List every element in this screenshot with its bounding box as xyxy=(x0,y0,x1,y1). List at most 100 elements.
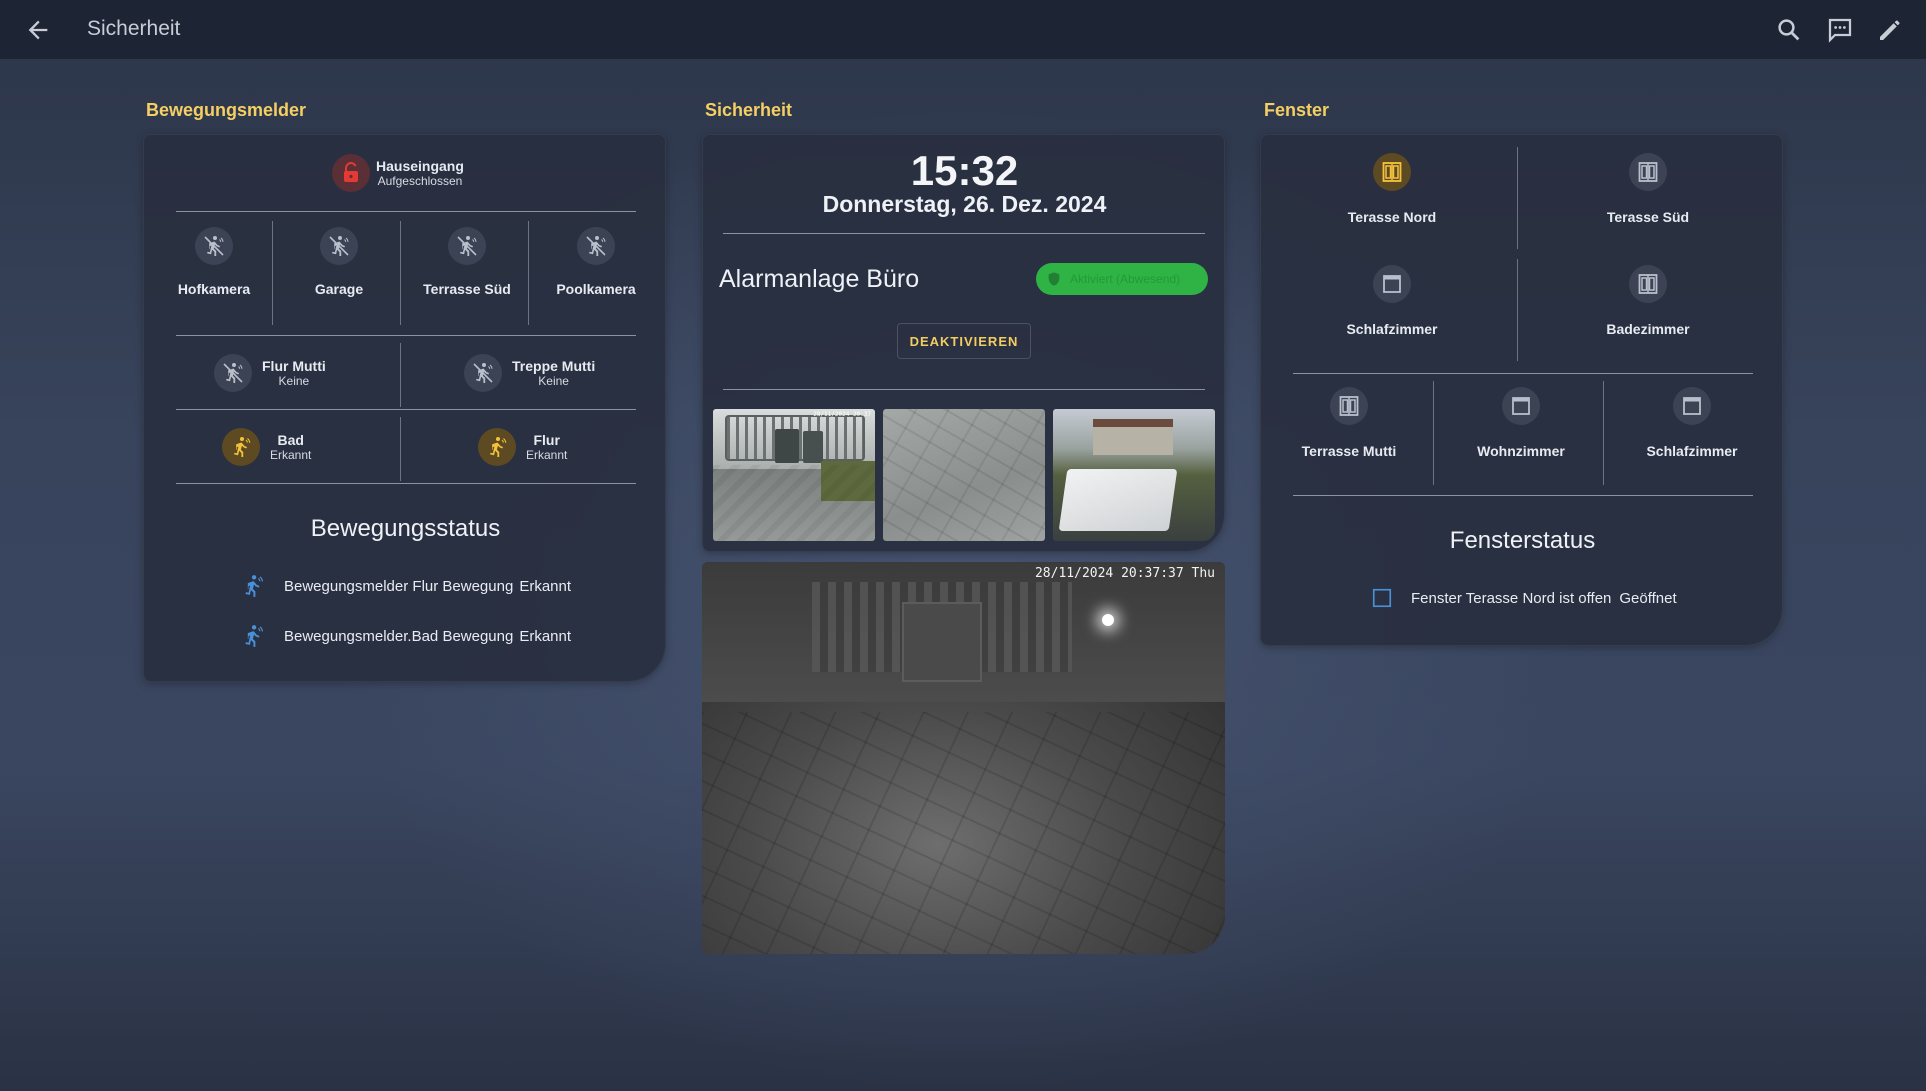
window-status-row[interactable]: Fenster Terasse Nord ist offen Geöffnet xyxy=(1371,583,1731,613)
page-title: Sicherheit xyxy=(87,17,181,40)
motion-detected-icon xyxy=(222,428,260,466)
camera-thumbnail-pool[interactable] xyxy=(1053,409,1215,541)
edit-pencil-icon[interactable] xyxy=(1875,15,1905,45)
camera-thumbnail-garage[interactable] xyxy=(883,409,1045,541)
motion-off-icon xyxy=(214,354,252,392)
window-tile-terasse-nord[interactable]: Terasse Nord xyxy=(1269,153,1515,253)
motion-tile-flur[interactable]: Flur Erkannt xyxy=(478,425,618,469)
tile-label: Terrasse Mutti xyxy=(1301,443,1397,459)
motion-tile-bad[interactable]: Bad Erkannt xyxy=(222,425,362,469)
window-closed-icon xyxy=(1330,387,1368,425)
live-camera-feed[interactable]: 28/11/2024 20:37:37 Thu xyxy=(702,562,1225,954)
tile-label: Bad xyxy=(277,432,304,448)
status-label: Bewegungsmelder.Bad Bewegung xyxy=(284,627,514,645)
divider xyxy=(1603,381,1604,485)
windows-card: Terasse Nord Terasse Süd Schlafzimmer Ba… xyxy=(1260,134,1783,646)
assist-chat-icon[interactable] xyxy=(1825,15,1855,45)
window-closed-icon xyxy=(1629,153,1667,191)
divider xyxy=(176,335,636,336)
window-status-title: Fensterstatus xyxy=(1449,527,1596,554)
tile-label: Flur Mutti xyxy=(262,358,326,374)
motion-off-icon xyxy=(464,354,502,392)
window-closed-icon xyxy=(1373,265,1411,303)
window-closed-icon xyxy=(1629,265,1667,303)
window-closed-icon xyxy=(1502,387,1540,425)
divider xyxy=(272,221,273,325)
clock-date: Donnerstag, 26. Dez. 2024 xyxy=(822,191,1107,217)
window-tile-wohnzimmer[interactable]: Wohnzimmer xyxy=(1439,387,1603,487)
motion-tile-treppe-mutti[interactable]: Treppe Mutti Keine xyxy=(464,351,634,395)
motion-tile-hofkamera[interactable]: Hofkamera xyxy=(150,227,278,317)
motion-tile-garage[interactable]: Garage xyxy=(278,227,400,317)
tile-label: Terrasse Süd xyxy=(423,281,511,297)
camera-timestamp: 28/11/2024 20:37:37 Thu xyxy=(1034,566,1215,581)
motion-off-icon xyxy=(448,227,486,265)
tile-state: Keine xyxy=(538,374,569,388)
tile-label: Garage xyxy=(314,281,364,297)
divider xyxy=(400,343,401,407)
clock-time: 15:32 xyxy=(910,147,1019,194)
tile-label: Poolkamera xyxy=(556,281,636,297)
camera-thumbnail-hof[interactable]: 28/11/2024 20:37 xyxy=(713,409,875,541)
tile-label: Terasse Nord xyxy=(1347,209,1437,225)
divider xyxy=(176,409,636,410)
status-value: Geöffnet xyxy=(1619,589,1677,607)
motion-detected-icon xyxy=(478,428,516,466)
section-title-windows: Fenster xyxy=(1264,100,1330,120)
divider xyxy=(400,221,401,325)
motion-sensor-icon xyxy=(240,573,266,599)
tile-label: Flur xyxy=(533,432,560,448)
divider xyxy=(1517,147,1518,249)
window-tile-terrasse-mutti[interactable]: Terrasse Mutti xyxy=(1269,387,1429,487)
top-app-bar: Sicherheit xyxy=(0,0,1926,59)
alarm-state-badge[interactable]: Aktiviert (Abwesend) xyxy=(1036,263,1208,295)
motion-status-row[interactable]: Bewegungsmelder.Bad Bewegung Erkannt xyxy=(240,621,600,651)
motion-tile-terrasse-sued[interactable]: Terrasse Süd xyxy=(406,227,528,317)
window-tile-badezimmer[interactable]: Badezimmer xyxy=(1523,265,1773,365)
window-closed-icon xyxy=(1673,387,1711,425)
status-label: Fenster Terasse Nord ist offen xyxy=(1411,589,1612,607)
status-value: Erkannt xyxy=(519,577,572,595)
divider xyxy=(528,221,529,325)
motion-status-title: Bewegungsstatus xyxy=(310,515,501,542)
tile-label: Badezimmer xyxy=(1606,321,1690,337)
motion-tile-poolkamera[interactable]: Poolkamera xyxy=(534,227,658,317)
tile-label: Schlafzimmer xyxy=(1346,321,1438,337)
deactivate-button[interactable]: DEAKTIVIEREN xyxy=(897,323,1031,359)
alarm-panel-name: Alarmanlage Büro xyxy=(719,265,920,293)
lock-open-icon xyxy=(332,154,370,192)
motion-sensor-icon xyxy=(240,623,266,649)
motion-status-row[interactable]: Bewegungsmelder Flur Bewegung Erkannt xyxy=(240,571,600,601)
entrance-lock-tile[interactable]: Hauseingang Aufgeschlossen xyxy=(332,153,532,193)
alarm-card: 15:32 Donnerstag, 26. Dez. 2024 Alarmanl… xyxy=(702,134,1225,552)
section-title-security: Sicherheit xyxy=(705,100,793,120)
tile-state: Keine xyxy=(278,374,310,388)
divider xyxy=(723,389,1205,390)
window-tile-schlafzimmer-2[interactable]: Schlafzimmer xyxy=(1609,387,1775,487)
search-icon[interactable] xyxy=(1774,15,1804,45)
tile-label: Treppe Mutti xyxy=(512,358,596,374)
divider xyxy=(1433,381,1434,485)
back-arrow-icon[interactable] xyxy=(24,16,52,44)
window-tile-schlafzimmer[interactable]: Schlafzimmer xyxy=(1269,265,1515,365)
divider xyxy=(723,233,1205,234)
tile-state: Erkannt xyxy=(270,448,312,462)
tile-state: Erkannt xyxy=(526,448,568,462)
motion-card: Hauseingang Aufgeschlossen Hofkamera Gar… xyxy=(143,134,666,682)
motion-tile-flur-mutti[interactable]: Flur Mutti Keine xyxy=(214,351,374,395)
tile-label: Hofkamera xyxy=(177,281,251,297)
status-value: Erkannt xyxy=(519,627,572,645)
entrance-name: Hauseingang xyxy=(376,158,464,174)
divider xyxy=(1293,495,1753,496)
divider xyxy=(176,483,636,484)
alarm-state-text: Aktiviert (Abwesend) xyxy=(1070,272,1181,286)
entrance-state: Aufgeschlossen xyxy=(377,174,463,188)
tile-label: Wohnzimmer xyxy=(1477,443,1565,459)
shield-icon xyxy=(1048,272,1060,286)
divider xyxy=(176,211,636,212)
divider xyxy=(400,417,401,481)
divider xyxy=(1293,373,1753,374)
window-tile-terasse-sued[interactable]: Terasse Süd xyxy=(1523,153,1773,253)
tile-label: Terasse Süd xyxy=(1606,209,1690,225)
section-title-motion: Bewegungsmelder xyxy=(146,100,307,120)
